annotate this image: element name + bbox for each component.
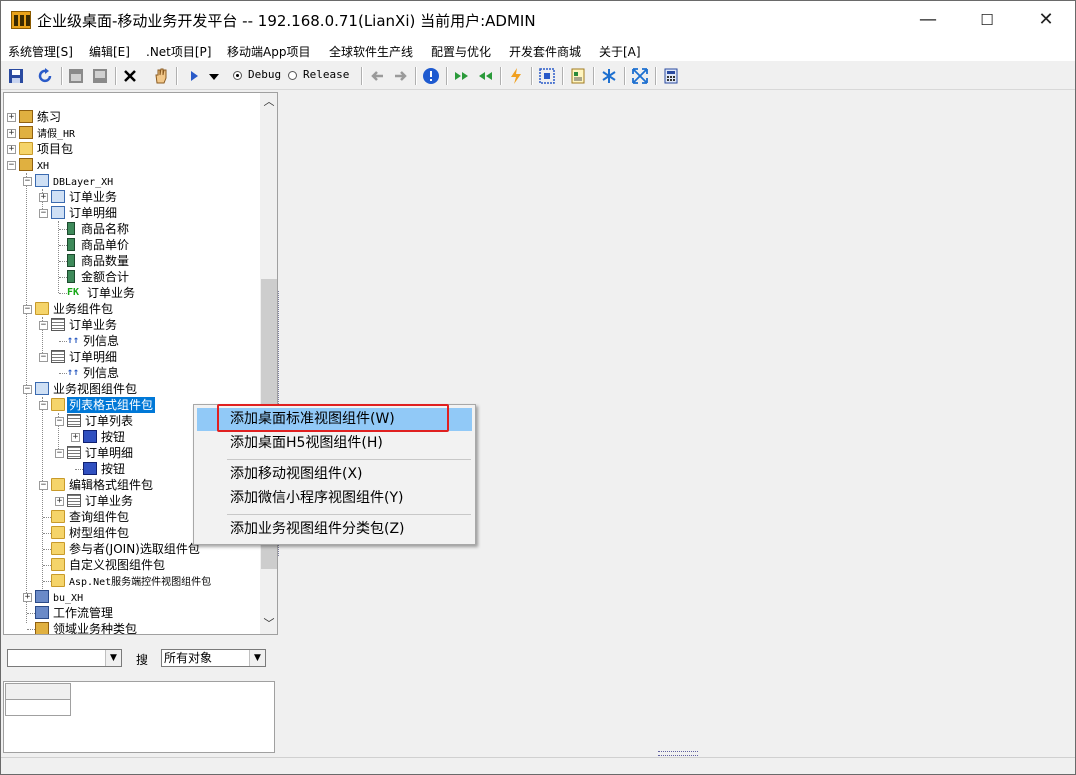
tree-scrollbar[interactable]: ︿ ﹀ <box>260 93 277 634</box>
context-menu: 添加桌面标准视图组件(W) 添加桌面H5视图组件(H) 添加移动视图组件(X) … <box>193 404 476 545</box>
menu-software-line[interactable]: 全球软件生产线 <box>329 43 413 60</box>
dropdown-arrow-icon[interactable] <box>205 67 223 85</box>
result-cell[interactable] <box>5 699 71 716</box>
lightning-icon[interactable] <box>507 67 525 85</box>
expand-icon[interactable] <box>631 67 649 85</box>
object-type-combo[interactable]: ▼ <box>7 649 122 667</box>
title-bar: 企业级桌面-移动业务开发平台 -- 192.168.0.71(LianXi) 当… <box>1 1 1075 39</box>
maximize-button[interactable]: ☐ <box>958 1 1016 39</box>
result-header-cell <box>5 683 71 700</box>
toolbar: Debug Release <box>1 63 1075 90</box>
snowflake-icon[interactable] <box>600 67 618 85</box>
double-left-icon[interactable] <box>476 67 494 85</box>
menu-add-wechat-miniprogram-view[interactable]: 添加微信小程序视图组件(Y) <box>197 487 472 510</box>
double-right-icon[interactable] <box>453 67 471 85</box>
debug-radio[interactable] <box>233 71 242 80</box>
debug-label: Debug <box>248 68 282 81</box>
info-icon[interactable] <box>422 67 440 85</box>
window-up-icon[interactable] <box>67 67 85 85</box>
close-button[interactable]: ✕ <box>1017 1 1075 39</box>
search-label: 搜 <box>136 653 149 667</box>
menu-mobile-app[interactable]: 移动端App项目 <box>227 43 310 60</box>
save-icon[interactable] <box>7 67 25 85</box>
menu-add-desktop-h5-view[interactable]: 添加桌面H5视图组件(H) <box>197 432 472 455</box>
hand-icon[interactable] <box>152 67 170 85</box>
scroll-down-icon[interactable]: ﹀ <box>260 615 277 633</box>
calculator-icon[interactable] <box>662 67 680 85</box>
menu-dotnet-project[interactable]: .Net项目[P] <box>146 43 211 60</box>
window-title: 企业级桌面-移动业务开发平台 -- 192.168.0.71(LianXi) 当… <box>37 12 536 30</box>
refresh-icon[interactable] <box>37 67 55 85</box>
back-arrow-icon[interactable] <box>369 67 387 85</box>
delete-icon[interactable] <box>121 67 139 85</box>
release-label: Release <box>303 68 350 81</box>
menu-store[interactable]: 开发套件商城 <box>509 43 581 60</box>
chevron-down-icon[interactable]: ▼ <box>249 650 265 666</box>
menu-system[interactable]: 系统管理[S] <box>8 43 73 60</box>
chevron-down-icon[interactable]: ▼ <box>105 650 121 666</box>
menu-add-mobile-view[interactable]: 添加移动视图组件(X) <box>197 463 472 486</box>
menu-config[interactable]: 配置与优化 <box>431 43 491 60</box>
object-tree[interactable]: + 练习 + 请假_HR + 项目包 − XH − DBLayer_XH + 订… <box>3 92 278 635</box>
app-window: 企业级桌面-移动业务开发平台 -- 192.168.0.71(LianXi) 当… <box>0 0 1076 775</box>
horizontal-splitter[interactable] <box>658 751 698 756</box>
app-logo-icon <box>11 11 31 29</box>
menu-bar: 系统管理[S] 编辑[E] .Net项目[P] 移动端App项目 全球软件生产线… <box>1 39 1075 61</box>
foreign-key-icon: FK <box>67 286 80 298</box>
forward-arrow-icon[interactable] <box>391 67 409 85</box>
select-area-icon[interactable] <box>538 67 556 85</box>
result-list[interactable] <box>3 681 275 753</box>
menu-about[interactable]: 关于[A] <box>599 43 641 60</box>
scroll-up-icon[interactable]: ︿ <box>260 93 277 111</box>
search-scope-combo[interactable]: 所有对象 ▼ <box>161 649 266 667</box>
menu-edit[interactable]: 编辑[E] <box>89 43 130 60</box>
release-radio[interactable] <box>288 71 297 80</box>
minimize-button[interactable]: — <box>899 1 957 39</box>
status-bar <box>1 757 1075 774</box>
run-icon[interactable] <box>185 67 203 85</box>
document-icon[interactable] <box>569 67 587 85</box>
window-down-icon[interactable] <box>91 67 109 85</box>
menu-add-desktop-standard-view[interactable]: 添加桌面标准视图组件(W) <box>197 408 472 431</box>
menu-add-view-category-package[interactable]: 添加业务视图组件分类包(Z) <box>197 518 472 541</box>
